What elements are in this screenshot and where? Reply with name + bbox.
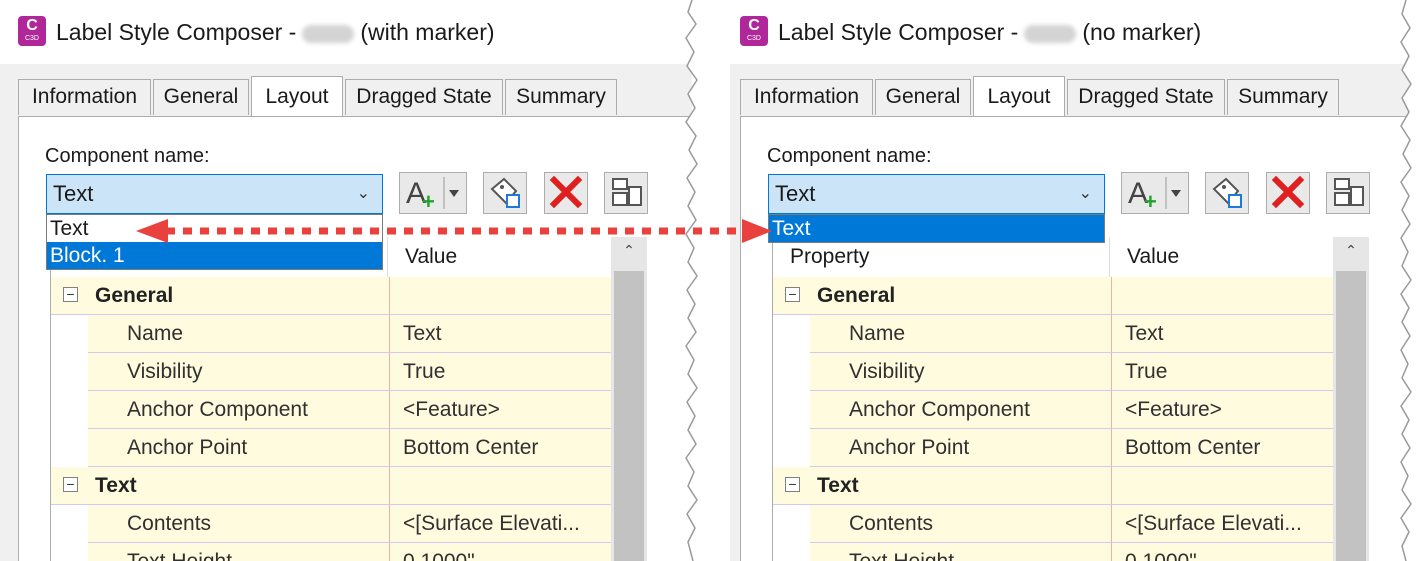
property-column-header: Property <box>790 245 870 268</box>
scroll-up-icon[interactable]: ⌃ <box>1333 237 1369 263</box>
vertical-scrollbar[interactable]: ⌃ <box>611 237 647 561</box>
collapse-icon[interactable]: − <box>63 287 78 302</box>
tab-summary[interactable]: Summary <box>1227 79 1339 115</box>
vertical-scrollbar[interactable]: ⌃ <box>1333 237 1369 561</box>
draw-order-icon <box>612 178 642 206</box>
delete-component-button[interactable] <box>1266 172 1310 214</box>
tab-dragged-state[interactable]: Dragged State <box>345 79 503 115</box>
layout-tab-content: Component name: Text ⌄ A + <box>740 117 1422 561</box>
add-text-icon: A + <box>406 177 459 214</box>
dropdown-option-text[interactable]: Text <box>769 215 1104 242</box>
tab-general[interactable]: General <box>153 79 249 115</box>
dropdown-option-block[interactable]: Block. 1 <box>47 242 382 269</box>
add-text-icon: A + <box>1128 177 1181 214</box>
create-component-button[interactable]: A + <box>399 172 467 214</box>
delete-component-button[interactable] <box>544 172 588 214</box>
component-name-label: Component name: <box>767 145 932 167</box>
torn-edge-right <box>1400 0 1424 561</box>
create-component-button[interactable]: A + <box>1121 172 1189 214</box>
property-row[interactable]: Anchor Component <Feature> <box>51 391 612 429</box>
tab-layout[interactable]: Layout <box>251 76 343 116</box>
window-title: Label Style Composer - (with marker) <box>56 19 495 45</box>
category-text[interactable]: − Text <box>51 467 612 505</box>
delete-x-icon <box>549 175 583 209</box>
property-grid: Value − General Name Text Visibility True … <box>50 237 647 561</box>
copy-component-button[interactable] <box>483 172 527 214</box>
civil3d-app-icon: C C3D <box>18 16 46 46</box>
window-title: Label Style Composer - (no marker) <box>778 19 1202 45</box>
property-row[interactable]: Visibility True <box>773 353 1334 391</box>
layout-tab-content: Component name: Text ⌄ A + <box>18 117 692 561</box>
component-name-combobox[interactable]: Text ⌄ <box>46 174 383 214</box>
copy-component-button[interactable] <box>1205 172 1249 214</box>
category-general[interactable]: − General <box>773 277 1334 315</box>
property-row[interactable]: Anchor Point Bottom Center <box>51 429 612 467</box>
collapse-icon[interactable]: − <box>785 287 800 302</box>
tab-general[interactable]: General <box>875 79 971 115</box>
collapse-icon[interactable]: − <box>63 477 78 492</box>
collapse-icon[interactable]: − <box>785 477 800 492</box>
dropdown-option-text[interactable]: Text <box>47 215 382 242</box>
draw-order-icon <box>1334 178 1364 206</box>
tab-information[interactable]: Information <box>740 79 873 115</box>
tab-information[interactable]: Information <box>18 79 151 115</box>
delete-x-icon <box>1271 175 1305 209</box>
title-bar: C C3D Label Style Composer - (no marker) <box>722 0 1422 64</box>
component-draw-order-button[interactable] <box>1326 172 1370 214</box>
torn-edge-divider <box>685 0 730 561</box>
property-row[interactable]: Anchor Point Bottom Center <box>773 429 1334 467</box>
grid-header: Property Value <box>773 237 1333 278</box>
title-bar: C C3D Label Style Composer - (with marker) <box>0 0 692 64</box>
redacted-style-name <box>1024 24 1077 43</box>
copy-label-icon <box>1212 177 1242 208</box>
scroll-up-icon[interactable]: ⌃ <box>611 237 647 263</box>
property-row[interactable]: Contents <[Surface Elevati... <box>51 505 612 543</box>
property-row[interactable]: Visibility True <box>51 353 612 391</box>
svg-text:+: + <box>422 189 435 213</box>
property-row[interactable]: Anchor Component <Feature> <box>773 391 1334 429</box>
civil3d-app-icon: C C3D <box>740 16 768 46</box>
svg-text:+: + <box>1144 189 1157 213</box>
copy-label-icon <box>490 177 520 208</box>
component-name-label: Component name: <box>45 145 210 167</box>
property-row[interactable]: Text Height0.1000" <box>51 543 612 561</box>
component-name-combobox[interactable]: Text ⌄ <box>768 174 1105 214</box>
category-text[interactable]: − Text <box>773 467 1334 505</box>
component-dropdown-list[interactable]: Text <box>768 214 1105 243</box>
property-row[interactable]: Name Text <box>51 315 612 353</box>
property-grid: Property Value − General Name Text Visibi… <box>772 237 1369 561</box>
property-row[interactable]: Name Text <box>773 315 1334 353</box>
value-column-header: Value <box>405 245 458 268</box>
dialog-no-marker: C C3D Label Style Composer - (no marker) I… <box>722 0 1422 561</box>
tab-dragged-state[interactable]: Dragged State <box>1067 79 1225 115</box>
component-draw-order-button[interactable] <box>604 172 648 214</box>
property-row[interactable]: Text Height0.1000" <box>773 543 1334 561</box>
scroll-thumb[interactable] <box>614 271 644 561</box>
component-dropdown-list[interactable]: Text Block. 1 <box>46 214 383 270</box>
value-column-header: Value <box>1127 245 1180 268</box>
scroll-thumb[interactable] <box>1336 271 1366 561</box>
redacted-style-name <box>302 24 355 43</box>
tab-layout[interactable]: Layout <box>973 76 1065 116</box>
dialog-with-marker: C C3D Label Style Composer - (with marker)… <box>0 0 692 561</box>
category-general[interactable]: − General <box>51 277 612 315</box>
chevron-down-icon[interactable]: ⌄ <box>1079 175 1092 213</box>
tab-summary[interactable]: Summary <box>505 79 617 115</box>
chevron-down-icon[interactable]: ⌄ <box>357 175 370 213</box>
property-row[interactable]: Contents <[Surface Elevati... <box>773 505 1334 543</box>
